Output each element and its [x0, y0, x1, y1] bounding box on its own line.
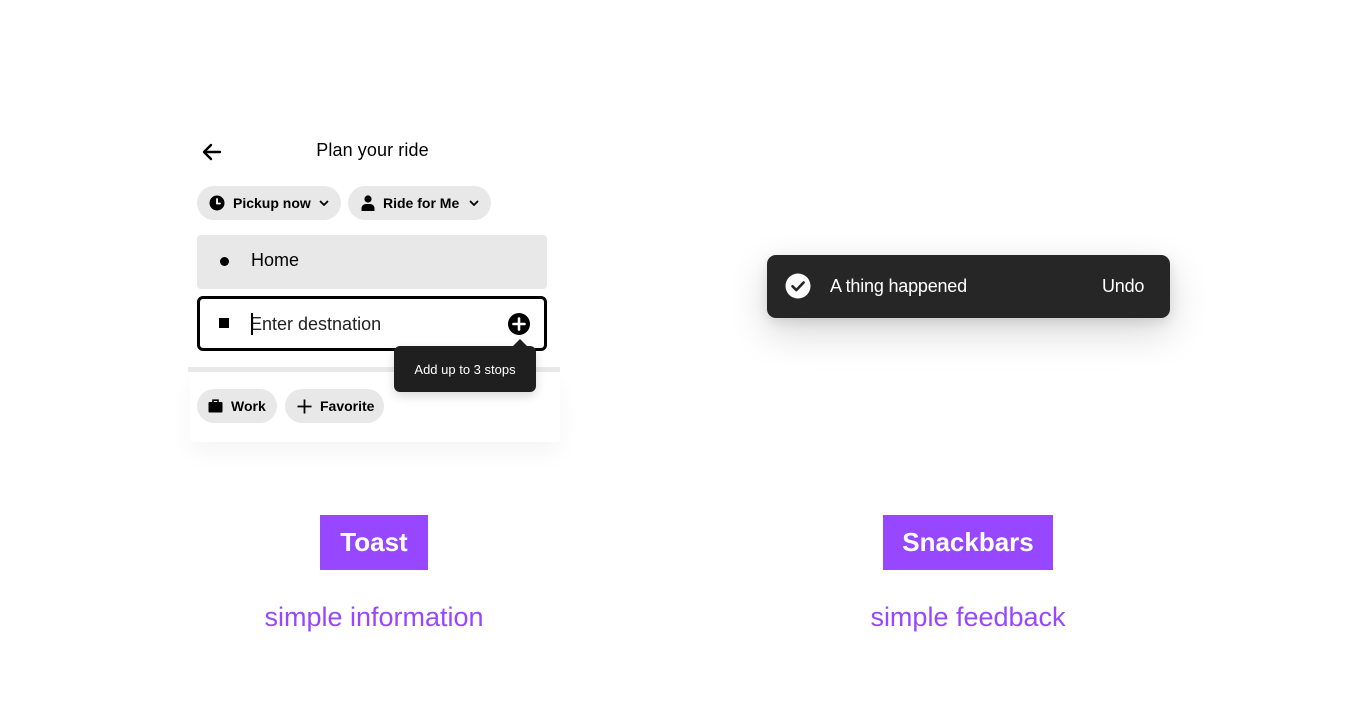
snackbar-tag: Snackbars [883, 515, 1053, 570]
chevron-down-icon [319, 200, 329, 206]
ride-for-chip[interactable]: Ride for Me [348, 186, 491, 220]
pickup-chip-label: Pickup now [233, 195, 311, 211]
page-title: Plan your ride [316, 140, 429, 160]
snackbar-message: A thing happened [830, 276, 967, 296]
ride-for-chip-label: Ride for Me [383, 195, 460, 211]
add-stop-button[interactable] [507, 312, 531, 336]
plus-icon [297, 399, 312, 413]
briefcase-icon [208, 399, 223, 413]
toast-tag: Toast [320, 515, 428, 570]
clock-icon [209, 195, 225, 211]
plus-circle-icon [508, 313, 530, 335]
text-cursor [251, 313, 253, 335]
check-circle-icon [785, 273, 811, 299]
person-icon [361, 195, 375, 211]
undo-button[interactable]: Undo [1102, 276, 1144, 297]
shortcut-work-label: Work [231, 398, 266, 414]
origin-field-value: Home [251, 250, 300, 270]
origin-field[interactable] [197, 235, 547, 289]
shortcut-favorite-chip[interactable]: Favorite [285, 389, 384, 423]
back-button[interactable] [198, 138, 226, 166]
pickup-time-chip[interactable]: Pickup now [197, 186, 341, 220]
toast-caption: simple information [264, 602, 484, 632]
toast-tooltip: Add up to 3 stops [394, 346, 536, 392]
snackbar-caption: simple feedback [870, 602, 1066, 632]
shortcut-favorite-label: Favorite [320, 398, 375, 414]
shortcut-work-chip[interactable]: Work [197, 389, 277, 423]
chevron-down-icon [469, 200, 479, 206]
destination-square-icon [219, 318, 229, 328]
destination-input[interactable] [250, 311, 490, 337]
origin-dot-icon [220, 257, 229, 266]
arrow-left-icon [202, 143, 222, 161]
